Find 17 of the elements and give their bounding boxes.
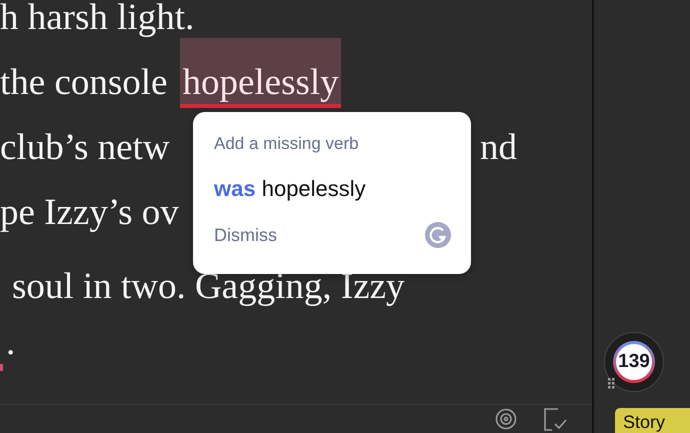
text-line: pe Izzy’s ov (0, 191, 179, 234)
text-line: h harsh light. (0, 0, 194, 39)
text-line: soul in two. Gagging, Izzy (12, 265, 405, 308)
score-button[interactable]: 139 (612, 340, 656, 384)
text-line: nd (480, 126, 517, 169)
grammarly-logo-icon (425, 222, 451, 248)
suggestion-title: Add a missing verb (214, 133, 360, 155)
text-line: the console (0, 61, 168, 104)
story-button[interactable]: Story (615, 408, 690, 433)
suggestion-option[interactable]: was hopelessly (214, 176, 366, 202)
text-line: club’s netw (0, 126, 170, 169)
checklist-icon[interactable] (543, 407, 567, 431)
flagged-word[interactable]: hopelessly (180, 38, 341, 108)
dismiss-button[interactable]: Dismiss (214, 224, 277, 246)
target-icon[interactable] (495, 408, 517, 430)
drag-handle-icon[interactable] (608, 378, 615, 389)
text-line: . (6, 321, 16, 364)
